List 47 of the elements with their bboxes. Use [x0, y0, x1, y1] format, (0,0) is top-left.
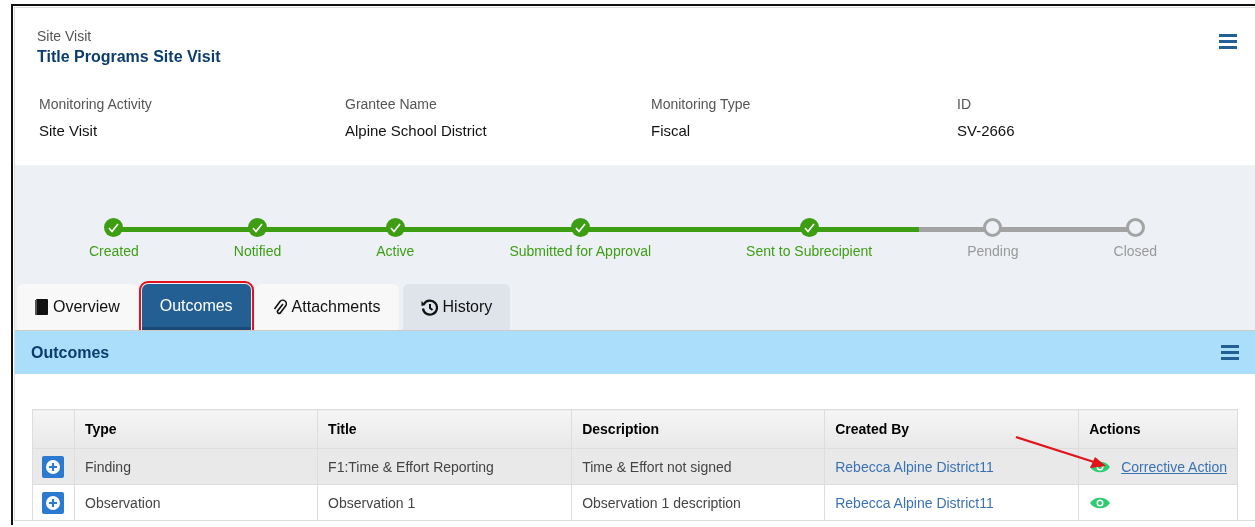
check-icon: [803, 222, 815, 233]
page-subtitle: Site Visit: [37, 28, 92, 44]
column-header: Title: [317, 409, 572, 449]
step-label: Closed: [1113, 243, 1158, 259]
plus-icon: [45, 458, 61, 475]
table-cell: Observation: [74, 484, 318, 521]
table-cell: Observation 1 description: [571, 484, 825, 521]
column-header: Description: [571, 409, 825, 449]
field-value: Alpine School District: [345, 122, 488, 139]
tab[interactable]: History: [402, 284, 511, 330]
tab[interactable]: Overview: [17, 284, 138, 330]
field-label: Grantee Name: [345, 96, 438, 112]
step-label: Active: [376, 243, 415, 259]
step-label: Pending: [967, 243, 1019, 259]
step-label: Created: [89, 243, 139, 259]
table-cell: Time & Effort not signed: [571, 448, 825, 485]
plus-icon: [45, 494, 61, 511]
field-value: Fiscal: [651, 122, 692, 139]
field-label: Monitoring Activity: [39, 96, 153, 112]
history-icon: [420, 298, 438, 316]
column-header: Actions: [1078, 409, 1238, 449]
check-icon: [574, 222, 586, 233]
tab[interactable]: Attachments: [254, 284, 399, 330]
menu-icon[interactable]: [1219, 34, 1237, 49]
table-cell: Observation 1: [317, 484, 572, 521]
column-header: Type: [74, 409, 318, 449]
expand-button[interactable]: [42, 455, 64, 478]
table-cell: Finding: [74, 448, 318, 485]
column-header: Created By: [824, 409, 1079, 449]
check-icon: [108, 222, 120, 233]
page-title: Title Programs Site Visit: [37, 48, 222, 66]
field-value: SV-2666: [957, 122, 1016, 139]
step-label: Sent to Subrecipient: [746, 243, 873, 259]
tab[interactable]: Outcomes: [141, 284, 251, 330]
check-icon: [389, 222, 401, 233]
field-value: Site Visit: [39, 122, 99, 139]
check-icon: [252, 222, 264, 233]
panel-title: Outcomes: [31, 343, 110, 362]
step-label: Submitted for Approval: [509, 243, 652, 259]
menu-icon[interactable]: [1221, 345, 1239, 360]
paperclip-icon: [272, 298, 287, 316]
book-icon: [35, 299, 48, 315]
step-label: Notified: [233, 243, 282, 259]
field-label: Monitoring Type: [651, 96, 752, 112]
field-label: ID: [957, 96, 972, 112]
expand-button[interactable]: [42, 491, 64, 514]
table-cell: F1:Time & Effort Reporting: [317, 448, 572, 485]
